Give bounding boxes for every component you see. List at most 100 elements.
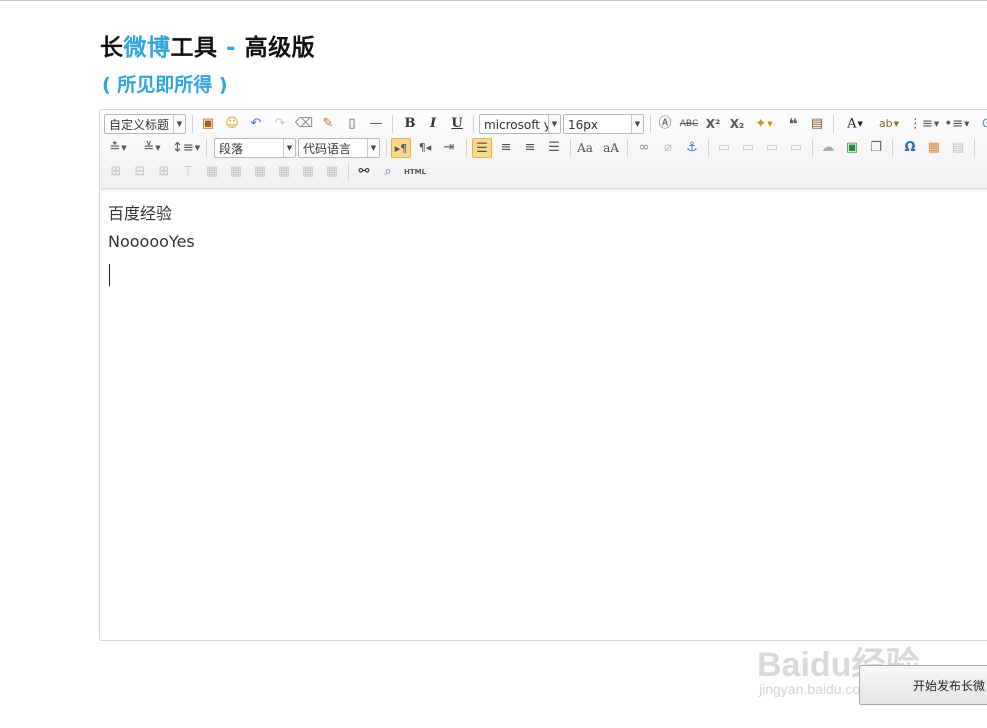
redo-icon[interactable]: ↷ xyxy=(270,114,290,134)
ordered-list-icon[interactable]: ⋮≡▼ xyxy=(909,114,939,134)
rich-text-editor[interactable]: 自定义标题 ▼ ▣ ☺ ↶ ↷ ⌫ ✎ ▯ — B I U microsoft … xyxy=(99,109,987,641)
page-subtitle: ( 所见即所得 ) xyxy=(102,74,228,96)
toolbar-separator xyxy=(192,115,193,133)
emoticon-icon[interactable]: ☺ xyxy=(222,114,242,134)
paragraph-format-select[interactable]: 段落 ▼ xyxy=(214,138,296,158)
ltr-direction-icon[interactable]: ▸¶ xyxy=(391,138,411,158)
split-rows-icon[interactable]: ▦ xyxy=(298,162,318,182)
merge-down-icon[interactable]: ▦ xyxy=(250,162,270,182)
horizontal-rule-icon[interactable]: — xyxy=(366,114,386,134)
strikethrough-icon[interactable]: ABC xyxy=(679,114,699,134)
font-size-value: 16px xyxy=(568,118,598,132)
insert-date-icon[interactable]: ▦ xyxy=(924,138,944,158)
editor-toolbar: 自定义标题 ▼ ▣ ☺ ↶ ↷ ⌫ ✎ ▯ — B I U microsoft … xyxy=(100,110,987,189)
paste-plain-icon[interactable]: ▤ xyxy=(807,114,827,134)
toolbar-separator xyxy=(473,115,474,133)
special-char-icon[interactable]: Ω xyxy=(900,138,920,158)
title-part-4: 高级版 xyxy=(244,35,316,61)
eraser-icon[interactable]: ⌫ xyxy=(294,114,314,134)
delete-row-icon[interactable]: ⊟ xyxy=(130,162,150,182)
toolbar-separator xyxy=(812,139,813,157)
font-family-value: microsoft y xyxy=(484,118,548,132)
align-justify-icon[interactable]: ☰ xyxy=(544,138,564,158)
subscript-icon[interactable]: X₂ xyxy=(727,114,747,134)
indent-icon[interactable]: ⇥ xyxy=(439,138,459,158)
unlink-icon[interactable]: ⌀ xyxy=(658,138,678,158)
to-lowercase-icon[interactable]: aA xyxy=(601,138,621,158)
title-part-1: 长 xyxy=(100,35,124,61)
align-left-icon[interactable]: ☰ xyxy=(472,138,492,158)
toolbar-separator xyxy=(466,139,467,157)
insert-picture-icon[interactable]: ▣ xyxy=(842,138,862,158)
toolbar-separator xyxy=(833,115,834,133)
content-paragraph: 百度经验 xyxy=(108,204,173,223)
chevron-down-icon: ▼ xyxy=(173,115,185,133)
background-color-icon[interactable]: ab▼ xyxy=(875,114,903,134)
search-replace-icon[interactable]: ⚯ xyxy=(354,162,374,182)
simple-upload-icon[interactable]: ☁ xyxy=(818,138,838,158)
insert-frame-icon[interactable]: ▤ xyxy=(948,138,968,158)
insert-row-icon[interactable]: ⊞ xyxy=(106,162,126,182)
font-border-icon[interactable]: Ⓐ xyxy=(655,114,675,134)
title-part-3: 工具 xyxy=(170,35,218,61)
split-cols-icon[interactable]: ▦ xyxy=(322,162,342,182)
align-right-icon[interactable]: ≡ xyxy=(520,138,540,158)
insert-col-icon[interactable]: ⊞ xyxy=(154,162,174,182)
blockquote-icon[interactable]: ❝ xyxy=(783,114,803,134)
toolbar-separator xyxy=(570,139,571,157)
toolbar-separator xyxy=(708,139,709,157)
toolbar-separator xyxy=(650,115,651,133)
watermark-url: jingyan.baidu.com xyxy=(759,681,872,697)
content-paragraph: NoooooYes xyxy=(108,232,195,251)
custom-heading-select[interactable]: 自定义标题 ▼ xyxy=(104,114,186,134)
row-spacing-bottom-icon[interactable]: ≚▼ xyxy=(138,138,166,158)
code-language-select[interactable]: 代码语言 ▼ xyxy=(298,138,380,158)
preview-icon[interactable]: ⌕ xyxy=(378,162,398,182)
undo-icon[interactable]: ↶ xyxy=(246,114,266,134)
underline-button[interactable]: U xyxy=(447,114,467,134)
font-size-select[interactable]: 16px ▼ xyxy=(563,114,644,134)
image-left-icon[interactable]: ▭ xyxy=(738,138,758,158)
to-uppercase-icon[interactable]: Aa xyxy=(575,138,595,158)
delete-col-icon[interactable]: ⊤ xyxy=(178,162,198,182)
italic-button[interactable]: I xyxy=(423,114,443,134)
fullscreen-icon[interactable]: ⊙ xyxy=(977,114,987,134)
title-part-2: 微博 xyxy=(123,35,171,61)
split-cells-icon[interactable]: ▦ xyxy=(274,162,294,182)
publish-button[interactable]: 开始发布长微 xyxy=(859,665,987,705)
chevron-down-icon: ▼ xyxy=(631,115,643,133)
anchor-icon[interactable]: ⚓ xyxy=(682,138,702,158)
custom-heading-value: 自定义标题 xyxy=(109,118,170,132)
image-center-icon[interactable]: ▭ xyxy=(786,138,806,158)
chevron-down-icon: ▼ xyxy=(283,139,295,157)
image-none-icon[interactable]: ▭ xyxy=(714,138,734,158)
line-height-icon[interactable]: ↕≡▼ xyxy=(172,138,200,158)
toolbar-separator xyxy=(348,163,349,181)
font-family-select[interactable]: microsoft y ▼ xyxy=(479,114,561,134)
toolbar-separator xyxy=(974,139,975,157)
text-caret xyxy=(109,264,110,286)
multi-image-icon[interactable]: ❐ xyxy=(866,138,886,158)
merge-cells-icon[interactable]: ▦ xyxy=(202,162,222,182)
toolbar-separator xyxy=(892,139,893,157)
auto-format-icon[interactable]: ✦▼ xyxy=(751,114,777,134)
html-source-button[interactable]: HTML xyxy=(402,162,428,182)
new-document-icon[interactable]: ▯ xyxy=(342,114,362,134)
insert-image-icon[interactable]: ▣ xyxy=(198,114,218,134)
rtl-direction-icon[interactable]: ¶◂ xyxy=(415,138,435,158)
merge-right-icon[interactable]: ▦ xyxy=(226,162,246,182)
row-spacing-top-icon[interactable]: ≛▼ xyxy=(104,138,132,158)
font-color-icon[interactable]: A▼ xyxy=(841,114,869,134)
chevron-down-icon: ▼ xyxy=(548,115,560,133)
bold-button[interactable]: B xyxy=(400,114,420,134)
unordered-list-icon[interactable]: •≡▼ xyxy=(943,114,971,134)
paragraph-format-value: 段落 xyxy=(219,142,244,156)
title-separator: - xyxy=(217,35,245,61)
format-brush-icon[interactable]: ✎ xyxy=(318,114,338,134)
chevron-down-icon: ▼ xyxy=(367,139,379,157)
toolbar-separator xyxy=(627,139,628,157)
image-right-icon[interactable]: ▭ xyxy=(762,138,782,158)
link-icon[interactable]: ∞ xyxy=(634,138,654,158)
superscript-icon[interactable]: X² xyxy=(703,114,723,134)
align-center-icon[interactable]: ≡ xyxy=(496,138,516,158)
